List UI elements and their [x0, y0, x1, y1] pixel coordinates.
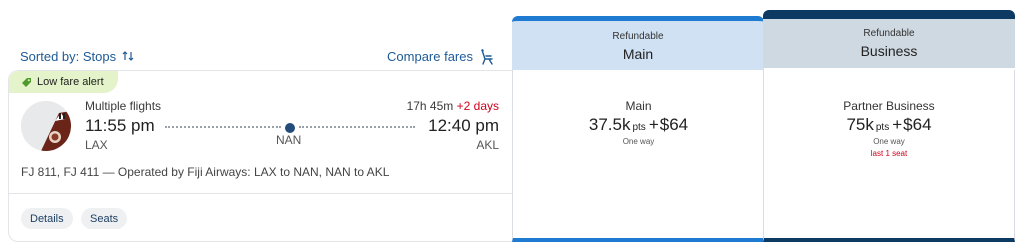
- price-tag-icon: [22, 77, 31, 87]
- plus-days-indicator: +2 days: [456, 99, 499, 113]
- operated-by-text: FJ 811, FJ 411 — Operated by Fiji Airway…: [21, 165, 390, 179]
- plus-sign: +: [892, 115, 903, 134]
- fare-option-main[interactable]: Main 37.5k pts + $64 One way: [512, 70, 764, 242]
- fare-product: Partner Business: [843, 99, 935, 113]
- route-info: Multiple flights 17h 45m +2 days 11:55 p…: [85, 99, 499, 155]
- flight-type-label: Multiple flights: [85, 99, 162, 113]
- sort-label: Sorted by: Stops: [20, 48, 117, 64]
- cash-value: $64: [903, 115, 932, 134]
- sort-bar: Sorted by: Stops Compare fares: [20, 46, 496, 66]
- fare-price: 37.5k pts + $64: [513, 115, 764, 135]
- seats-button[interactable]: Seats: [81, 208, 128, 229]
- fare-header-main: Refundable Main: [512, 16, 764, 71]
- seat-icon: [481, 48, 493, 65]
- fare-column-business[interactable]: Refundable Business Partner Business 75k…: [763, 10, 1015, 242]
- cabin-name: Main: [622, 45, 654, 62]
- sort-button[interactable]: Sorted by: Stops: [20, 49, 134, 64]
- route-dots-left: [165, 126, 281, 128]
- plus-sign: +: [648, 115, 659, 134]
- fare-column-main[interactable]: Refundable Main Main 37.5k pts + $64 One…: [512, 16, 764, 242]
- trip-type: One way: [622, 137, 655, 146]
- duration-value: 17h 45m: [406, 99, 454, 113]
- airline-logo: [21, 101, 71, 151]
- cabin-name: Business: [860, 43, 918, 59]
- card-divider: [9, 193, 512, 194]
- flight-card[interactable]: Low fare alert Multiple flights 17h 45m …: [8, 70, 512, 242]
- refundable-label: Refundable: [863, 28, 915, 39]
- seat-availability-warning: last 1 seat: [870, 149, 908, 158]
- compare-fares-button[interactable]: Compare fares: [387, 48, 496, 65]
- departure-time: 11:55 pm: [85, 116, 155, 135]
- fare-option-business[interactable]: Partner Business 75k pts + $64 One way l…: [763, 70, 1015, 242]
- fare-price: 75k pts + $64: [764, 115, 1014, 135]
- fare-header-business: Refundable Business: [763, 10, 1015, 68]
- origin-code: LAX: [85, 138, 108, 152]
- points-value: 75k: [846, 115, 874, 134]
- points-value: 37.5k: [588, 115, 631, 134]
- sort-arrows-icon: [122, 51, 134, 61]
- route-line: [165, 123, 415, 133]
- destination-code: AKL: [476, 138, 499, 152]
- cash-value: $64: [659, 115, 689, 134]
- details-button[interactable]: Details: [21, 208, 73, 229]
- alert-label: Low fare alert: [37, 76, 104, 88]
- stop-marker: [285, 123, 295, 133]
- arrival-time: 12:40 pm: [428, 116, 499, 135]
- trip-type: One way: [873, 137, 905, 146]
- fiji-airways-tail-logo: [21, 101, 71, 151]
- fare-product: Main: [625, 99, 652, 113]
- low-fare-alert-badge: Low fare alert: [9, 71, 118, 93]
- points-unit: pts: [632, 122, 646, 133]
- route-dots-right: [299, 126, 415, 128]
- compare-fares-label: Compare fares: [387, 48, 473, 64]
- stop-code: NAN: [276, 133, 302, 147]
- flight-duration: 17h 45m +2 days: [407, 99, 499, 113]
- points-unit: pts: [875, 122, 890, 133]
- refundable-label: Refundable: [612, 30, 664, 42]
